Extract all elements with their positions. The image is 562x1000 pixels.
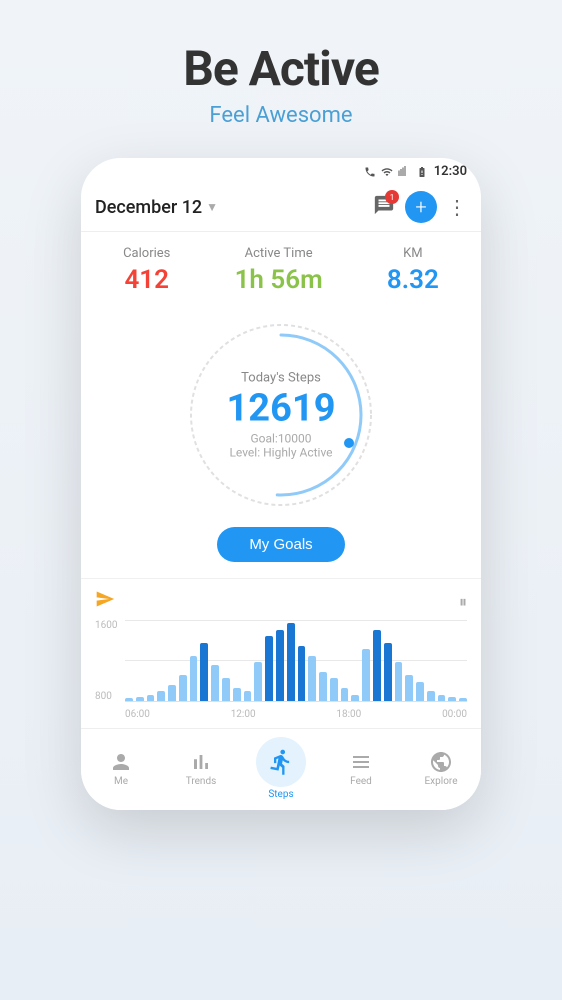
phone-frame: 12:30 December 12 ▼ 1 + ⋮ Calories 412 A… — [81, 158, 481, 810]
steps-value: 12619 — [226, 390, 335, 428]
wifi-icon — [380, 166, 394, 178]
nav-trends[interactable]: Trends — [161, 750, 241, 787]
chart-pause-icon[interactable]: ⏸ — [459, 592, 467, 612]
battery-icon — [414, 166, 430, 178]
chart-bar — [459, 698, 467, 701]
steps-goal: Goal:10000 — [226, 432, 335, 446]
nav-steps[interactable]: Steps — [241, 737, 321, 800]
steps-label: Today's Steps — [226, 371, 335, 386]
add-button[interactable]: + — [405, 191, 437, 223]
km-value: 8.32 — [387, 265, 439, 295]
chart-labels-y: 1600 800 — [95, 620, 117, 702]
steps-circle: Today's Steps 12619 Goal:10000 Level: Hi… — [181, 315, 381, 515]
chart-bar — [233, 688, 241, 701]
app-bar-date: December 12 ▼ — [95, 197, 218, 218]
steps-level: Level: Highly Active — [226, 446, 335, 460]
trends-icon — [189, 750, 213, 774]
nav-me-label: Me — [114, 776, 128, 787]
km-label: KM — [387, 246, 439, 261]
status-bar: 12:30 — [81, 158, 481, 183]
bottom-nav: Me Trends Steps Feed Explore — [81, 728, 481, 810]
chart-x-label: 00:00 — [442, 709, 467, 720]
chart-bar — [179, 675, 187, 701]
status-icons: 12:30 — [364, 164, 467, 179]
nav-steps-dot — [256, 737, 306, 787]
active-time-label: Active Time — [235, 246, 323, 261]
more-button[interactable]: ⋮ — [447, 195, 467, 219]
chart-bar — [254, 662, 262, 701]
hero-subtitle: Feel Awesome — [183, 103, 379, 128]
chart-bar — [265, 636, 273, 701]
chart-bars — [125, 620, 467, 702]
chart-bar — [351, 695, 359, 702]
calories-stat: Calories 412 — [123, 246, 170, 295]
notification-badge: 1 — [385, 190, 399, 204]
shoe-icon — [267, 748, 295, 776]
circle-inner: Today's Steps 12619 Goal:10000 Level: Hi… — [226, 371, 335, 460]
chart-x-label: 18:00 — [336, 709, 361, 720]
chart-bar — [157, 691, 165, 701]
chart-area: 1600 800 06:00 12:00 18:00 00:00 — [95, 620, 467, 720]
active-time-stat: Active Time 1h 56m — [235, 246, 323, 295]
chat-icon-container[interactable]: 1 — [373, 194, 395, 220]
chart-bar — [438, 695, 446, 702]
chart-bar — [448, 697, 456, 701]
chart-bar — [319, 672, 327, 701]
chart-bar — [190, 656, 198, 702]
signal-icon — [398, 166, 410, 178]
nav-feed[interactable]: Feed — [321, 750, 401, 787]
stats-row: Calories 412 Active Time 1h 56m KM 8.32 — [81, 232, 481, 305]
chart-section: ⏸ 1600 800 06:00 12:00 18:00 00:00 — [81, 578, 481, 728]
chart-bar — [276, 630, 284, 702]
nav-explore[interactable]: Explore — [401, 750, 481, 787]
chart-bar — [168, 685, 176, 701]
chart-bar — [136, 697, 144, 701]
explore-icon — [429, 750, 453, 774]
feed-icon — [349, 750, 373, 774]
dropdown-icon[interactable]: ▼ — [206, 200, 218, 214]
chart-bar — [416, 682, 424, 702]
steps-section: Today's Steps 12619 Goal:10000 Level: Hi… — [81, 305, 481, 578]
chart-bar — [298, 646, 306, 701]
my-goals-button[interactable]: My Goals — [217, 527, 344, 562]
chart-top-row: ⏸ — [95, 589, 467, 614]
chart-x-label: 12:00 — [231, 709, 256, 720]
chart-bar — [200, 643, 208, 702]
chart-bar — [395, 662, 403, 701]
nav-feed-label: Feed — [350, 776, 372, 787]
nav-explore-label: Explore — [425, 776, 458, 787]
chart-bar — [341, 688, 349, 701]
chart-bar — [405, 675, 413, 701]
calories-value: 412 — [123, 265, 170, 295]
chart-bar — [362, 649, 370, 701]
chart-bar — [330, 678, 338, 701]
chart-bar — [244, 691, 252, 701]
chart-bar — [427, 691, 435, 701]
calories-label: Calories — [123, 246, 170, 261]
person-icon — [109, 750, 133, 774]
hero-title: Be Active — [183, 40, 379, 97]
status-time: 12:30 — [434, 164, 467, 179]
chart-bar — [147, 695, 155, 702]
active-time-value: 1h 56m — [235, 265, 323, 295]
nav-me[interactable]: Me — [81, 750, 161, 787]
chart-labels-x: 06:00 12:00 18:00 00:00 — [125, 709, 467, 720]
phone-icon — [364, 166, 376, 178]
chart-bar — [384, 643, 392, 702]
chart-x-label: 06:00 — [125, 709, 150, 720]
chart-bar — [308, 656, 316, 702]
app-bar: December 12 ▼ 1 + ⋮ — [81, 183, 481, 232]
app-bar-actions: 1 + ⋮ — [373, 191, 467, 223]
chart-bar — [222, 678, 230, 701]
km-stat: KM 8.32 — [387, 246, 439, 295]
hero-section: Be Active Feel Awesome — [183, 0, 379, 148]
chart-bar — [125, 698, 133, 701]
chart-bar — [373, 630, 381, 702]
nav-trends-label: Trends — [186, 776, 217, 787]
chart-send-icon — [95, 589, 115, 614]
nav-steps-label: Steps — [268, 789, 293, 800]
chart-bar — [287, 623, 295, 701]
chart-bar — [211, 665, 219, 701]
